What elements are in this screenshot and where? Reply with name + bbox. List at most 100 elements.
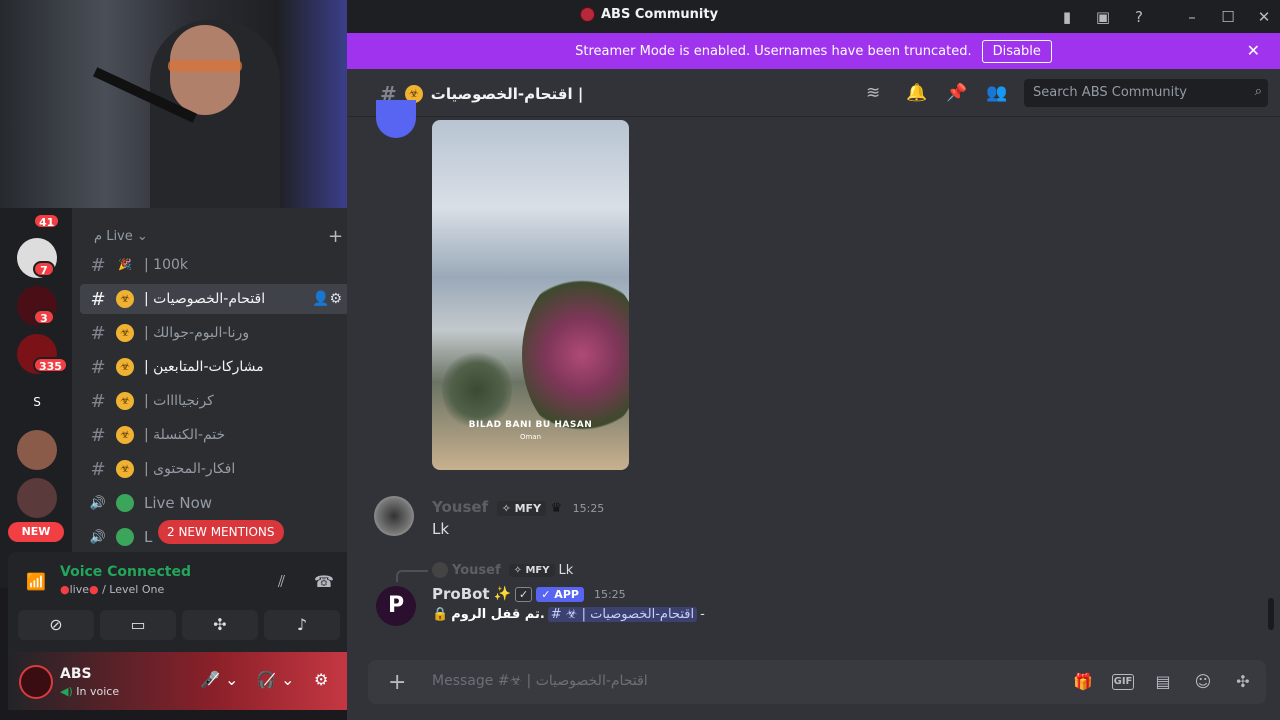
user-avatar[interactable] [374,496,414,536]
disconnect-icon[interactable]: ☎ [314,572,334,591]
voice-connected-label: Voice Connected [60,564,191,580]
user-avatar[interactable] [19,665,53,699]
message-text: 🔒 تم قفل الروم. # ☣ | اقتحام-الخصوصيات - [432,607,705,622]
username: ABS [60,666,92,682]
message-header: Yousef ✧ MFY ♛ 15:25 [432,498,604,516]
live-dot-icon: ● [89,583,99,596]
app-tag: ✓ APP [536,586,584,602]
search-input[interactable]: Search ABS Community ⌕ [1024,79,1268,107]
biohazard-icon: ☣ [116,426,134,444]
maximize-icon[interactable]: ☐ [1219,8,1237,26]
bougainvillea-bush [522,270,629,440]
signal-icon: 📶 [26,572,46,591]
user-status: ◀) In voice [60,685,120,698]
timestamp: 15:25 [593,587,626,601]
channel-item[interactable]: # 🎉 | 100k [80,250,350,280]
bookmark-icon[interactable]: ▮ [1058,8,1076,26]
image-attachment[interactable]: BILAD BANI BU HASAN Oman [432,120,629,470]
server-icon[interactable] [17,430,57,470]
biohazard-icon: ☣ [116,358,134,376]
biohazard-icon: ☣ [116,324,134,342]
probot-avatar[interactable]: P [376,586,416,626]
pinned-messages-icon[interactable]: 📌 [946,83,967,103]
help-icon[interactable]: ? [1130,8,1148,26]
guild-tag: ✧ MFY [496,501,547,516]
emoji-icon[interactable]: ☺ [1192,672,1214,691]
message-input[interactable]: Message #☣ | اقتحام-الخصوصيات [432,673,648,689]
channel-item-selected[interactable]: # ☣ | اقتحام-الخصوصيات 👤⚙ [80,284,350,314]
settings-gear-icon[interactable]: ⚙ [314,670,328,689]
channel-mention[interactable]: # ☣ | اقتحام-الخصوصيات [547,607,698,622]
close-banner-icon[interactable]: ✕ [1247,41,1260,60]
green-circle-icon: ● [116,494,134,512]
channel-item[interactable]: # ☣ | كرنجياااات [80,386,350,416]
scrollbar-thumb[interactable] [1268,598,1274,630]
gift-icon[interactable]: 🎁 [1072,672,1094,691]
noise-suppression-icon[interactable]: ⫽ [278,572,285,592]
category-live[interactable]: م Live ⌄ [94,229,148,244]
notification-bell-icon[interactable]: 🔔 [906,83,927,103]
party-icon: 🎉 [118,258,132,271]
mention-badge: 335 [33,357,68,373]
add-channel-icon[interactable]: + [328,226,343,247]
new-pill[interactable]: NEW [8,522,64,542]
server-icon-s[interactable]: S [17,382,57,422]
palm-tree [442,350,512,430]
gif-icon[interactable]: GIF [1112,674,1134,690]
server-icon[interactable] [17,478,57,518]
photo-subcaption: Oman [519,433,542,441]
live-dot-icon: ● [60,583,70,596]
deafen-icon[interactable]: 🎧̸ ⌄ [256,670,294,689]
webcam-overlay [0,0,347,208]
close-window-icon[interactable]: ✕ [1255,8,1273,26]
reply-line [396,570,428,582]
message-author[interactable]: ProBot [432,585,490,603]
message-text: Lk [432,520,450,538]
green-circle-icon: ● [116,528,134,546]
channel-item-unread[interactable]: # ☣ | مشاركات-المتابعين [80,352,350,382]
attach-plus-icon[interactable]: + [388,670,406,695]
voice-channel-item[interactable]: 🔊 ● Live Now [80,488,350,518]
minimize-icon[interactable]: – [1183,8,1201,26]
biohazard-icon: ☣ [116,290,134,308]
banner-text: Streamer Mode is enabled. Usernames have… [575,43,972,59]
channel-item[interactable]: # ☣ | افكار-المحتوى [80,454,350,484]
threads-icon[interactable]: ≋ [866,83,880,103]
reply-preview[interactable]: Yousef ✧ MFY Lk [432,562,573,578]
mention-badge: 3 [33,309,55,325]
invite-icon[interactable]: 👤⚙ [312,291,342,307]
screen-share-icon[interactable]: ▣ [1094,8,1112,26]
sticker-icon[interactable]: ▤ [1152,672,1174,691]
message-header: ProBot ✨ ✓ ✓ APP 15:25 [432,585,626,603]
verified-icon: ✓ [515,586,533,602]
biohazard-icon: ☣ [116,460,134,478]
screen-share-button[interactable]: ▭ [100,610,176,640]
reply-avatar [432,562,448,578]
mention-badge: 7 [33,261,55,277]
crown-icon: ♛ [550,501,563,516]
window-title: ABS Community [580,7,718,22]
message-author[interactable]: Yousef [432,498,488,516]
timestamp: 15:25 [572,502,605,515]
activities-button[interactable]: ✣ [182,610,258,640]
soundboard-button[interactable]: ♪ [264,610,340,640]
voice-icon: ◀) [60,685,73,698]
biohazard-icon: ☣ [116,392,134,410]
photo-caption: BILAD BANI BU HASAN [468,420,593,430]
camera-off-button[interactable]: ⊘ [18,610,94,640]
voice-channel-info[interactable]: ●live● / Level One [60,583,164,596]
streamer-glasses [168,60,242,72]
mention-badge: 41 [33,213,61,229]
sparkle-icon: ✨ [493,586,512,602]
channel-item[interactable]: # ☣ | ورنا-البوم-جوالك [80,318,350,348]
search-icon: ⌕ [1254,84,1262,99]
new-mentions-pill[interactable]: 2 NEW MENTIONS [158,520,284,544]
mute-icon[interactable]: 🎤̸ ⌄ [200,670,238,689]
lock-icon: 🔒 [432,607,449,622]
disable-streamer-button[interactable]: Disable [981,39,1052,63]
apps-icon[interactable]: ✣ [1232,672,1254,691]
streamer-mode-banner: Streamer Mode is enabled. Usernames have… [347,33,1280,69]
channel-item[interactable]: # ☣ | ختم-الكنسلة [80,420,350,450]
member-list-icon[interactable]: 👥 [986,83,1007,103]
server-icon [580,7,595,22]
